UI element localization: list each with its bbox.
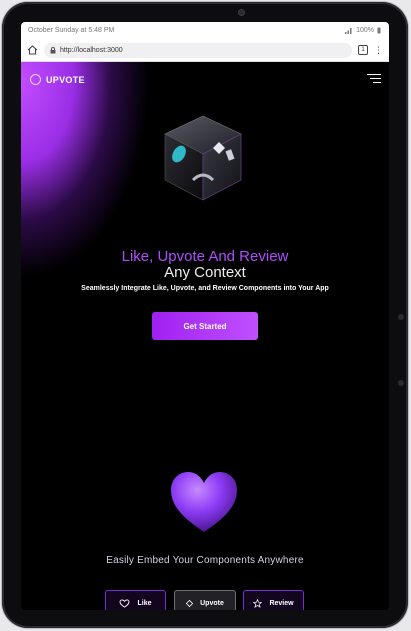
star-outline-icon bbox=[253, 599, 263, 608]
diamond-icon bbox=[186, 600, 194, 607]
app-page: UPVOTE Like, Upvote And Review Any Conte… bbox=[21, 62, 389, 610]
brand-logo[interactable]: UPVOTE bbox=[30, 74, 85, 85]
hero-subtitle: Seamlessly Integrate Like, Upvote, and R… bbox=[81, 285, 329, 292]
embed-heading: Easily Embed Your Components Anywhere bbox=[106, 555, 304, 566]
like-label: Like bbox=[137, 600, 152, 607]
signal-icon bbox=[345, 27, 352, 34]
address-bar[interactable]: http://localhost:3000 bbox=[44, 42, 352, 58]
cube-illustration bbox=[164, 115, 242, 201]
screen: October Sunday at 5:48 PM 100% http://lo… bbox=[21, 22, 389, 610]
get-started-button[interactable]: Get Started bbox=[152, 312, 258, 340]
hero-title-line2: Any Context bbox=[164, 264, 246, 281]
upvote-button[interactable]: Upvote bbox=[174, 590, 236, 610]
browser-toolbar: http://localhost:3000 1 ⋮ bbox=[21, 39, 389, 62]
url-text: http://localhost:3000 bbox=[60, 46, 123, 54]
upvote-label: Upvote bbox=[200, 600, 224, 607]
camera bbox=[239, 10, 244, 15]
lock-icon bbox=[50, 46, 56, 53]
heart-outline-icon bbox=[120, 599, 130, 608]
battery-icon bbox=[377, 27, 381, 34]
battery-text: 100% bbox=[356, 27, 374, 34]
home-icon[interactable] bbox=[27, 45, 38, 55]
logo-icon bbox=[30, 74, 41, 85]
heart-illustration bbox=[171, 472, 237, 532]
hamburger-menu-icon[interactable] bbox=[367, 74, 381, 84]
status-right: 100% bbox=[345, 27, 381, 34]
brand-name: UPVOTE bbox=[46, 74, 85, 85]
like-button[interactable]: Like bbox=[105, 590, 166, 610]
review-label: Review bbox=[269, 600, 294, 607]
browser-menu-icon[interactable]: ⋮ bbox=[374, 45, 383, 55]
tab-switcher-button[interactable]: 1 bbox=[358, 45, 368, 55]
review-button[interactable]: Review bbox=[243, 590, 304, 610]
status-bar: October Sunday at 5:48 PM 100% bbox=[21, 22, 389, 39]
status-datetime: October Sunday at 5:48 PM bbox=[28, 27, 115, 34]
side-button-bottom bbox=[398, 380, 404, 386]
hero-title-line1: Like, Upvote And Review bbox=[121, 248, 289, 265]
side-button-top bbox=[398, 314, 404, 320]
